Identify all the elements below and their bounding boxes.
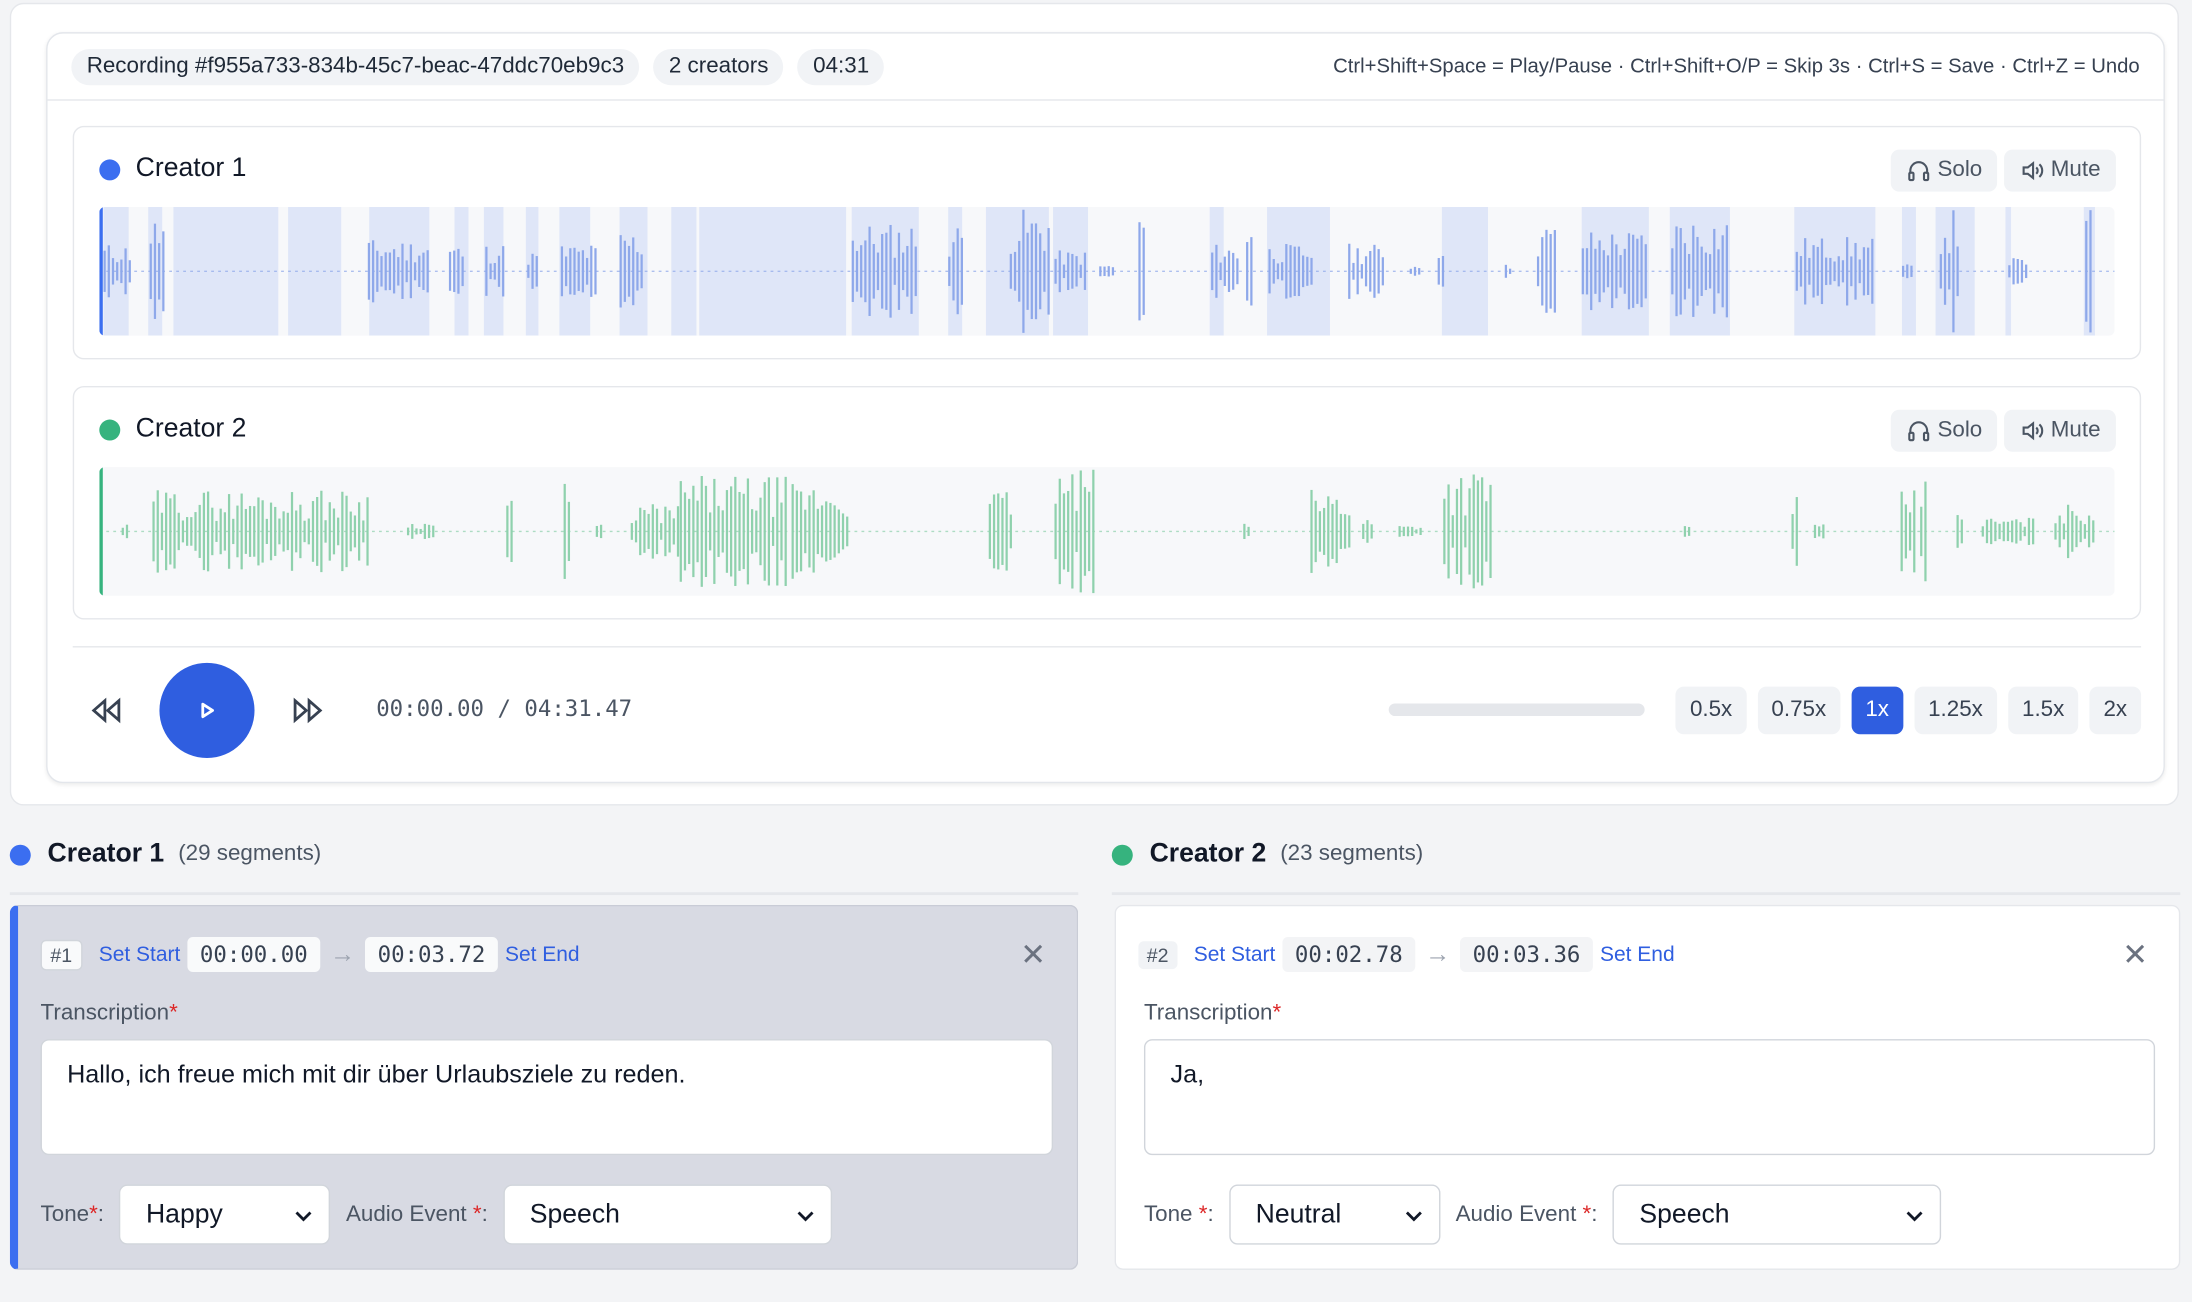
chevron-down-icon: [1405, 1210, 1422, 1221]
speed-option[interactable]: 0.5x: [1675, 686, 1747, 735]
audio-event-select[interactable]: Speech: [503, 1184, 832, 1245]
start-time-field[interactable]: 00:00.00: [187, 936, 321, 972]
column-title: Creator 1: [47, 839, 165, 869]
end-time-field[interactable]: 00:03.72: [365, 936, 498, 972]
keyboard-shortcuts-hint: Ctrl+Shift+Space = Play/Pause · Ctrl+Shi…: [1333, 55, 2140, 78]
track-creator-1: Creator 1 Solo Mute: [72, 125, 2142, 360]
start-time-field[interactable]: 00:02.78: [1282, 936, 1416, 972]
speed-option[interactable]: 1.5x: [2008, 686, 2079, 735]
segment-card[interactable]: #1 Set Start 00:00.00 → 00:03.72 Set End…: [9, 904, 1079, 1270]
waveform-card: Recording #f955a733-834b-45c7-beac-47ddc…: [46, 32, 2165, 784]
transcription-textarea[interactable]: Hallo, ich freue mich mit dir über Urlau…: [40, 1039, 1054, 1156]
end-time-field[interactable]: 00:03.36: [1460, 936, 1593, 972]
set-end-link[interactable]: Set End: [1600, 943, 1675, 967]
tone-select[interactable]: Neutral: [1229, 1184, 1441, 1245]
speed-option-active[interactable]: 1x: [1851, 686, 1903, 735]
set-end-link[interactable]: Set End: [505, 943, 580, 967]
mute-button[interactable]: Mute: [2004, 149, 2116, 192]
headphones-icon: [1908, 161, 1930, 182]
waveform-creator-2[interactable]: [99, 467, 2115, 596]
creator-2-color-dot: [99, 418, 121, 440]
recording-header: Recording #f955a733-834b-45c7-beac-47ddc…: [47, 34, 2164, 101]
chevron-down-icon: [797, 1210, 814, 1221]
arrow-right-icon: →: [1425, 939, 1451, 968]
segment-count: (23 segments): [1280, 841, 1424, 866]
divider: [1111, 892, 2181, 896]
mute-label: Mute: [2050, 158, 2101, 182]
segment-number: #1: [40, 939, 82, 970]
solo-button[interactable]: Solo: [1891, 409, 1998, 452]
creators-count-badge: 2 creators: [653, 48, 784, 85]
creator-1-color-dot: [99, 158, 121, 180]
creator-2-column-header: Creator 2 (23 segments): [1111, 839, 1424, 870]
chevron-down-icon: [296, 1210, 313, 1221]
close-icon[interactable]: ✕: [1020, 937, 1046, 973]
speed-option[interactable]: 0.75x: [1757, 686, 1841, 735]
seek-bar[interactable]: [1388, 703, 1645, 717]
transcription-textarea[interactable]: Ja,: [1143, 1039, 2156, 1156]
transcription-label: Transcription*: [40, 1001, 178, 1026]
play-button[interactable]: [159, 662, 255, 758]
divider: [72, 646, 2142, 648]
chevron-down-icon: [1906, 1210, 1923, 1221]
mute-label: Mute: [2050, 418, 2101, 442]
solo-label: Solo: [1937, 418, 1983, 442]
set-start-link[interactable]: Set Start: [1194, 943, 1276, 967]
audio-event-select[interactable]: Speech: [1612, 1184, 1942, 1245]
divider: [9, 892, 1079, 896]
track-name: Creator 1: [135, 153, 247, 184]
headphones-icon: [1908, 421, 1930, 442]
track-creator-2: Creator 2 Solo Mute: [72, 385, 2142, 620]
tone-select[interactable]: Happy: [119, 1184, 331, 1245]
audio-event-value: Speech: [1639, 1199, 1730, 1229]
speed-option[interactable]: 2x: [2089, 686, 2142, 735]
editor-panel: Recording #f955a733-834b-45c7-beac-47ddc…: [9, 2, 2179, 806]
audio-event-label: Audio Event *:: [345, 1202, 488, 1226]
mute-button[interactable]: Mute: [2004, 409, 2116, 452]
audio-event-value: Speech: [529, 1199, 620, 1229]
speed-option[interactable]: 1.25x: [1914, 686, 1997, 735]
duration-badge: 04:31: [797, 48, 885, 85]
playback-controls: 00:00.00 / 04:31.47 0.5x 0.75x 1x 1.25x …: [73, 662, 2142, 758]
time-display: 00:00.00 / 04:31.47: [376, 695, 633, 722]
tone-value: Happy: [145, 1199, 223, 1229]
creator-2-color-dot: [1111, 843, 1133, 865]
tone-label: Tone*:: [40, 1202, 105, 1226]
segment-number: #2: [1138, 940, 1177, 969]
speed-selector: 0.5x 0.75x 1x 1.25x 1.5x 2x: [1675, 686, 2142, 735]
play-icon: [201, 702, 214, 719]
speaker-icon: [2023, 421, 2044, 441]
creator-1-color-dot: [9, 843, 31, 865]
solo-button[interactable]: Solo: [1891, 149, 1998, 192]
fast-forward-icon[interactable]: [291, 695, 325, 726]
tone-label: Tone *:: [1143, 1202, 1214, 1226]
segment-card[interactable]: #2 Set Start 00:02.78 → 00:03.36 Set End…: [1114, 904, 2181, 1270]
track-name: Creator 2: [135, 413, 247, 444]
audio-event-label: Audio Event *:: [1455, 1202, 1598, 1226]
rewind-icon[interactable]: [90, 695, 124, 726]
set-start-link[interactable]: Set Start: [99, 943, 181, 967]
recording-id-badge: Recording #f955a733-834b-45c7-beac-47ddc…: [71, 48, 640, 85]
tone-value: Neutral: [1255, 1199, 1342, 1229]
transcription-label: Transcription*: [1143, 1001, 1282, 1026]
waveform-creator-1[interactable]: [99, 206, 2115, 336]
creator-1-column-header: Creator 1 (29 segments): [9, 839, 322, 870]
speaker-icon: [2023, 161, 2044, 181]
solo-label: Solo: [1937, 158, 1983, 182]
column-title: Creator 2: [1149, 839, 1267, 869]
segment-count: (29 segments): [178, 841, 322, 866]
arrow-right-icon: →: [330, 939, 356, 968]
close-icon[interactable]: ✕: [2122, 937, 2148, 973]
